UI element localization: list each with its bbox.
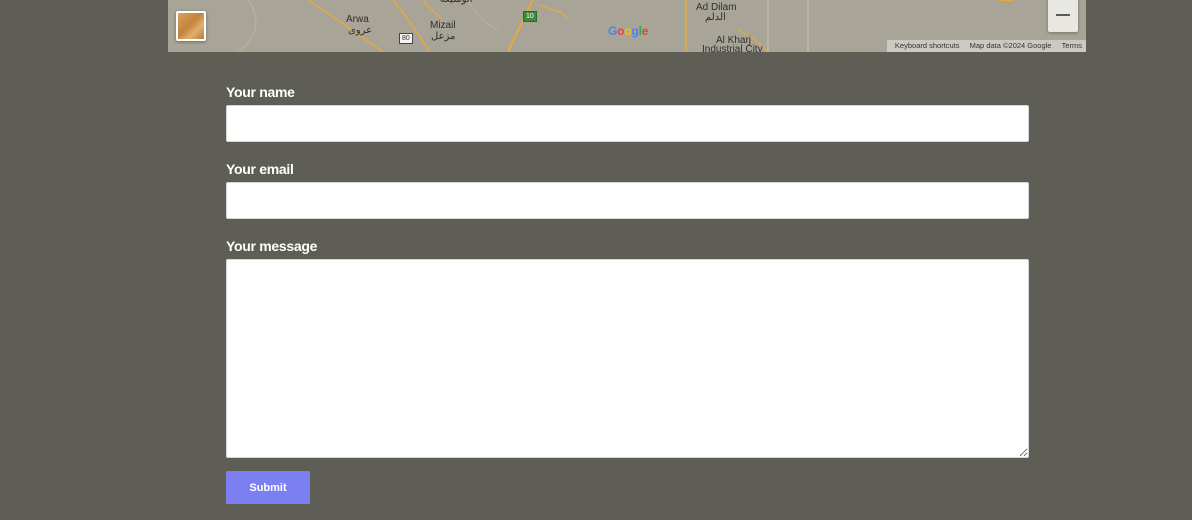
- zoom-out-button[interactable]: [1048, 0, 1078, 32]
- submit-button[interactable]: Submit: [226, 471, 310, 504]
- google-logo-letter: G: [608, 24, 618, 38]
- minus-icon: [1056, 14, 1070, 16]
- email-input[interactable]: [226, 182, 1029, 219]
- map-place-label: مزعل: [431, 31, 456, 42]
- map-place-label: عروى: [348, 25, 373, 36]
- google-logo: Google: [608, 24, 648, 38]
- road-shield-icon: 80: [399, 33, 413, 44]
- google-logo-letter: g: [631, 24, 639, 38]
- email-label: Your email: [226, 161, 294, 177]
- name-input[interactable]: [226, 105, 1029, 142]
- google-logo-letter: e: [641, 24, 649, 38]
- map-attribution: Keyboard shortcuts Map data ©2024 Google…: [886, 40, 1086, 52]
- keyboard-shortcuts-link[interactable]: Keyboard shortcuts: [895, 41, 960, 50]
- name-label: Your name: [226, 84, 295, 100]
- map-place-label: الوسيعة: [440, 0, 473, 5]
- message-textarea[interactable]: [226, 259, 1029, 458]
- map-data-text: Map data ©2024 Google: [969, 41, 1052, 50]
- map-place-label: Arwa: [346, 14, 369, 25]
- terms-link[interactable]: Terms: [1062, 41, 1082, 50]
- map-place-label: Industrial City: [702, 44, 763, 52]
- contact-form: Your name Your email Your message Submit: [226, 84, 1029, 504]
- satellite-toggle-button[interactable]: [176, 11, 206, 41]
- message-label: Your message: [226, 238, 318, 254]
- map-place-label: Ad Dilam: [696, 2, 737, 13]
- map-place-label: الدلم: [705, 12, 726, 23]
- map-embed[interactable]: الوسيعةArwaعروىMizailمزعلالدلمAd DilamAl…: [168, 0, 1086, 52]
- map-place-label: Mizail: [430, 20, 456, 31]
- road-shield-icon: 10: [523, 11, 537, 22]
